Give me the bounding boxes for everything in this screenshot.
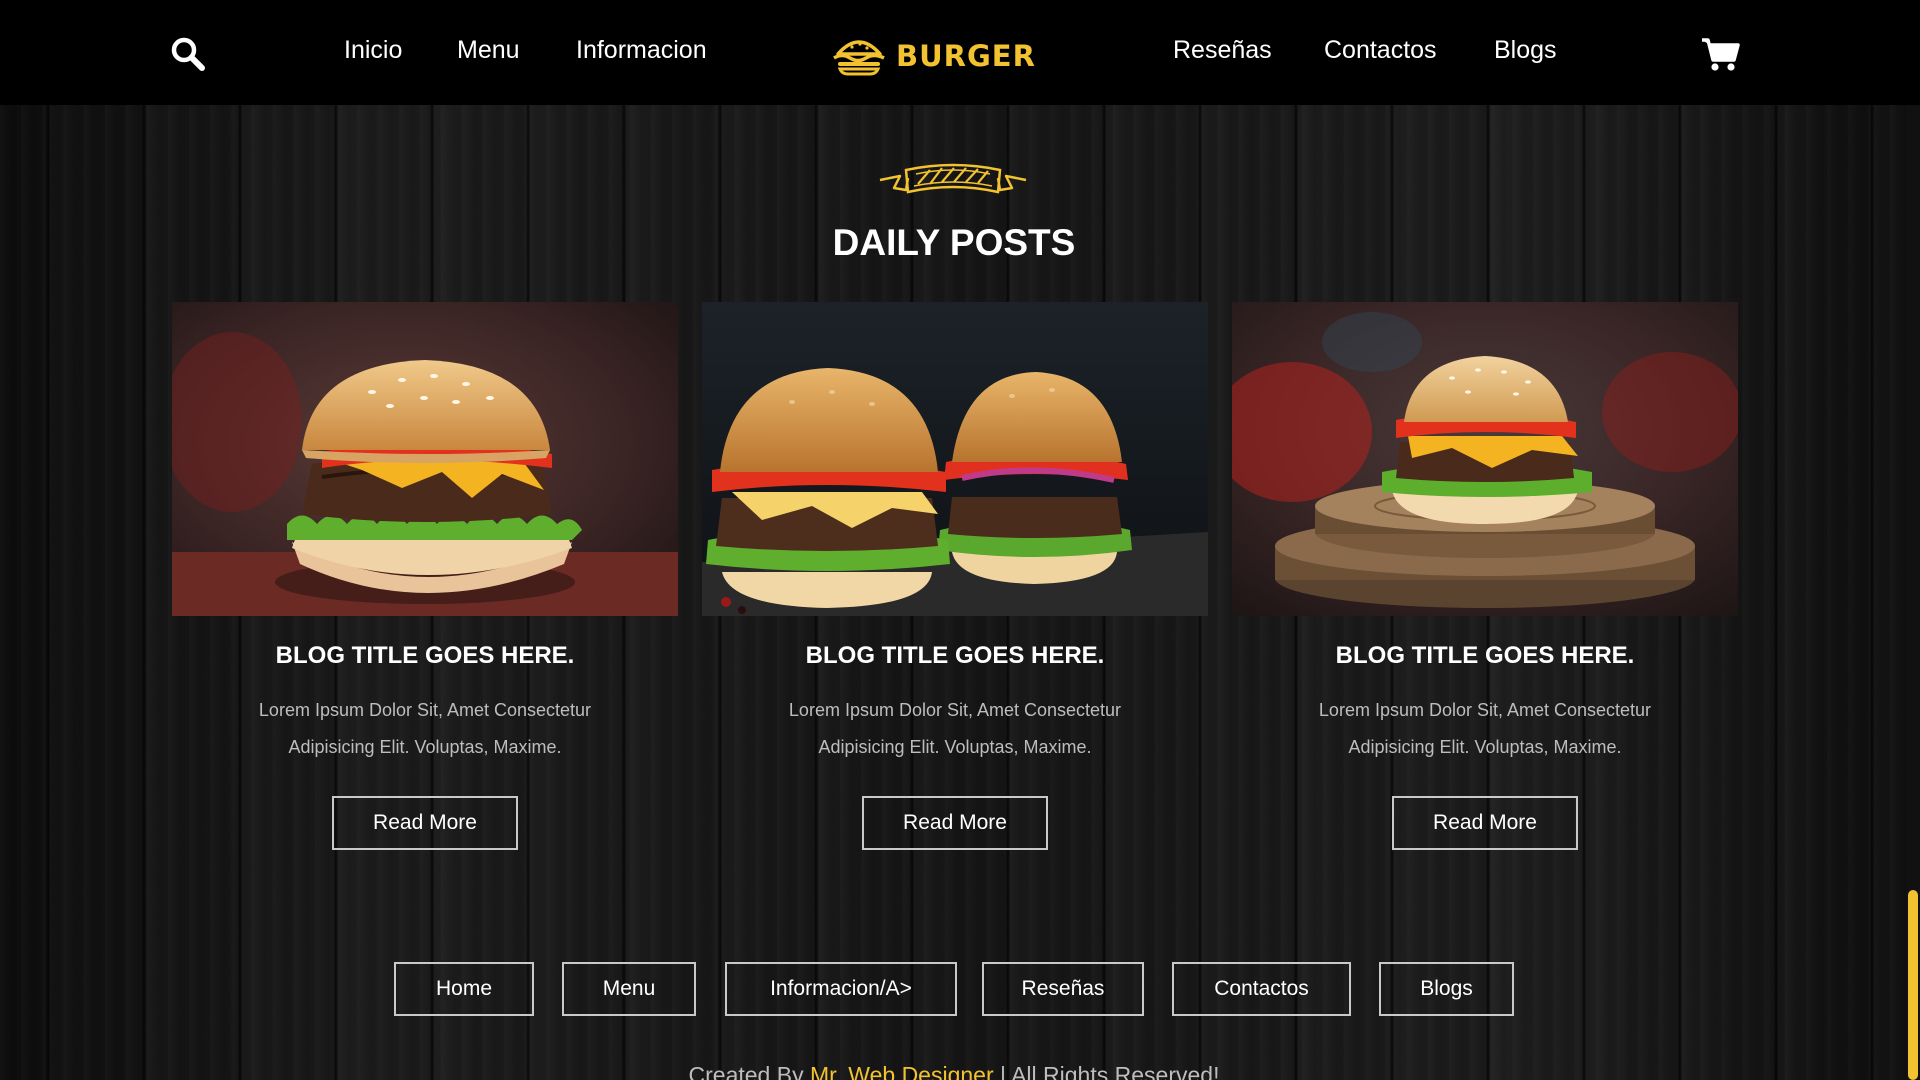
logo[interactable]: BURGER [830,34,1036,78]
footer-link-contactos[interactable]: Contactos [1172,962,1351,1016]
blog-card-1: BLOG TITLE GOES HERE. Lorem Ipsum Dolor … [172,302,678,852]
blog-card-3: BLOG TITLE GOES HERE. Lorem Ipsum Dolor … [1232,302,1738,852]
footer-link-blogs[interactable]: Blogs [1379,962,1514,1016]
footer-link-home[interactable]: Home [394,962,534,1016]
blog-card-2: BLOG TITLE GOES HERE. Lorem Ipsum Dolor … [702,302,1208,852]
credit-author-link[interactable]: Mr. Web Designer [810,1062,994,1080]
ribbon-icon [878,158,1028,206]
burger-logo-icon [833,40,885,76]
blog-excerpt-2: Lorem Ipsum Dolor Sit, Amet Consectetur … [752,692,1158,766]
site-header: Inicio Menu Informacion BURGER Reseñas C… [0,0,1920,105]
nav-blogs[interactable]: Blogs [1494,36,1557,65]
credit-prefix: Created By [688,1062,804,1080]
blog-title-1: BLOG TITLE GOES HERE. [275,642,575,669]
footer-link-menu[interactable]: Menu [562,962,696,1016]
nav-inicio[interactable]: Inicio [344,36,402,65]
search-icon[interactable] [170,36,206,72]
blog-excerpt-2-line2: Adipisicing Elit. Voluptas, Maxime. [818,737,1092,757]
section-title: DAILY POSTS [832,222,1076,263]
blog-title-3: BLOG TITLE GOES HERE. [1335,642,1635,669]
credit-suffix: | All Rights Reserved! [1000,1062,1220,1080]
read-more-button-1[interactable]: Read More [332,796,518,850]
blog-excerpt-1-line2: Adipisicing Elit. Voluptas, Maxime. [288,737,562,757]
blog-image-3 [1232,302,1738,616]
footer-link-resenas[interactable]: Reseñas [982,962,1144,1016]
blog-excerpt-3-line1: Lorem Ipsum Dolor Sit, Amet Consectetur [1318,700,1652,720]
cart-icon[interactable] [1700,36,1740,72]
logo-text: BURGER [896,39,1036,73]
read-more-button-3[interactable]: Read More [1392,796,1578,850]
blog-image-1 [172,302,678,616]
blog-image-2 [702,302,1208,616]
nav-resenas[interactable]: Reseñas [1173,36,1272,65]
blog-excerpt-3-line2: Adipisicing Elit. Voluptas, Maxime. [1348,737,1622,757]
nav-contactos[interactable]: Contactos [1324,36,1437,65]
scrollbar-thumb[interactable] [1908,890,1918,1080]
footer-link-informacion[interactable]: Informacion/A> [725,962,957,1016]
blog-excerpt-1: Lorem Ipsum Dolor Sit, Amet Consectetur … [222,692,628,766]
blog-excerpt-1-line1: Lorem Ipsum Dolor Sit, Amet Consectetur [258,700,592,720]
footer-credit: Created By Mr. Web Designer | All Rights… [0,1062,1908,1080]
blog-excerpt-3: Lorem Ipsum Dolor Sit, Amet Consectetur … [1282,692,1688,766]
blog-excerpt-2-line1: Lorem Ipsum Dolor Sit, Amet Consectetur [788,700,1122,720]
read-more-button-2[interactable]: Read More [862,796,1048,850]
nav-menu[interactable]: Menu [457,36,520,65]
blog-title-2: BLOG TITLE GOES HERE. [805,642,1105,669]
nav-informacion[interactable]: Informacion [576,36,707,65]
